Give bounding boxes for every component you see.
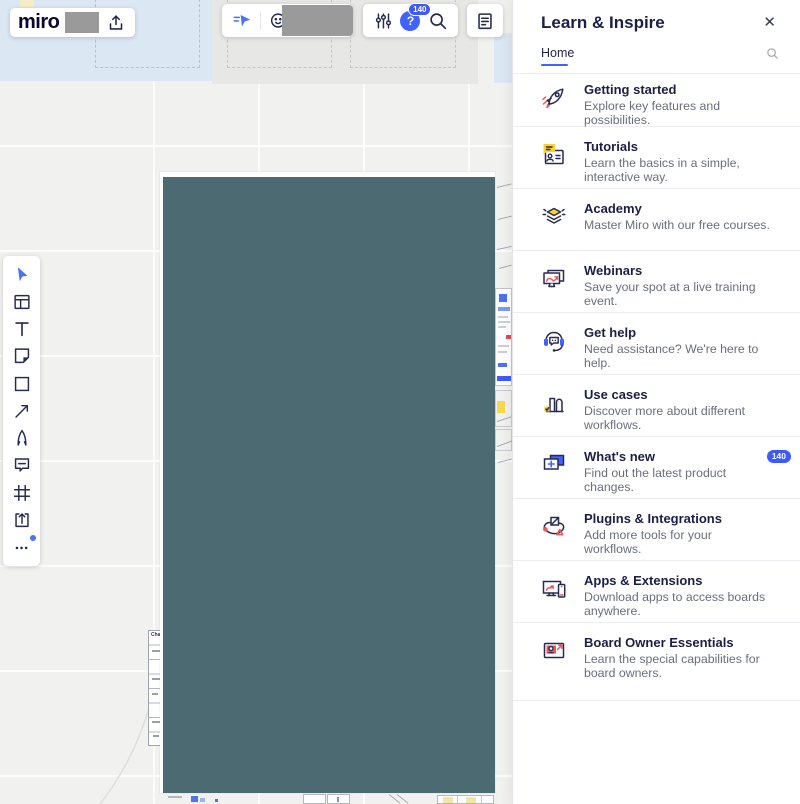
whats-new-badge: 140 [767, 450, 791, 463]
collaboration-toolbar [222, 4, 353, 37]
rocket-icon [539, 83, 569, 113]
close-icon[interactable]: ✕ [759, 13, 780, 32]
notes-toolbar [467, 4, 503, 37]
panel-item-academy[interactable]: AcademyMaster Miro with our free courses… [513, 189, 800, 251]
templates-tool[interactable] [9, 289, 35, 315]
canvas-fragment-yellow [20, 0, 34, 7]
panel-item-webinars[interactable]: WebinarsSave your spot at a live trainin… [513, 251, 800, 313]
canvas-mini-frame [495, 429, 512, 451]
item-desc: Explore key features and possibilities. [584, 99, 770, 127]
notification-dot [30, 535, 36, 541]
canvas-mini-mockup [495, 288, 512, 386]
export-upload-icon[interactable] [105, 11, 127, 35]
item-title: Use cases [584, 387, 770, 403]
canvas-fragment-box [327, 794, 350, 804]
panel-header: Learn & Inspire ✕ [513, 0, 800, 33]
panel-item-get-help[interactable]: Get helpNeed assistance? We're here to h… [513, 313, 800, 375]
webinar-monitors-icon [539, 264, 569, 294]
panel-item-use-cases[interactable]: Use casesDiscover more about different w… [513, 375, 800, 437]
panel-item-whats-new[interactable]: What's newFind out the latest product ch… [513, 437, 800, 499]
notes-document-icon[interactable] [473, 9, 497, 33]
item-desc: Download apps to access boards anywhere. [584, 590, 770, 618]
collaborators-redacted [282, 5, 353, 36]
shapes-loop-icon [539, 512, 569, 542]
pen-tool[interactable] [9, 425, 35, 451]
creation-tool-palette [3, 256, 40, 566]
canvas-fragment-line [498, 216, 512, 220]
text-tool[interactable] [9, 316, 35, 342]
board-tools-toolbar: ? 140 [363, 4, 458, 37]
canvas-blue-patch [494, 33, 512, 83]
item-title: Apps & Extensions [584, 573, 770, 589]
miro-board-app: Chara [0, 0, 800, 804]
item-title: Board Owner Essentials [584, 635, 770, 651]
tutorial-card-icon [539, 140, 569, 170]
panel-item-tutorials[interactable]: TutorialsLearn the basics in a simple, i… [513, 127, 800, 189]
tab-home[interactable]: Home [541, 33, 574, 73]
canvas-fragment-blue [200, 798, 205, 802]
item-desc: Learn the special capabilities for board… [584, 652, 770, 680]
learn-inspire-panel: Learn & Inspire ✕ Home Getting startedEx… [512, 0, 800, 804]
divider [260, 12, 261, 30]
board-canvas[interactable]: Chara [0, 0, 512, 804]
upload-tool[interactable] [9, 507, 35, 533]
canvas-fragment-line [497, 246, 512, 250]
canvas-fragment [168, 796, 182, 798]
canvas-fragment-cells [437, 795, 494, 804]
item-title: Getting started [584, 82, 770, 98]
miro-logo[interactable]: miro [18, 8, 59, 37]
shape-tool[interactable] [9, 371, 35, 397]
board-title-bar: miro [10, 8, 135, 37]
bar-chart-check-icon [539, 388, 569, 418]
item-desc: Discover more about different workflows. [584, 404, 770, 432]
frame-tool[interactable] [9, 480, 35, 506]
more-options-tool[interactable] [9, 534, 35, 560]
item-desc: Need assistance? We're here to help. [584, 342, 770, 370]
panel-item-board-owner-essentials[interactable]: Board Owner EssentialsLearn the special … [513, 623, 800, 701]
panel-item-plugins-integrations[interactable]: Plugins & IntegrationsAdd more tools for… [513, 499, 800, 561]
help-center-icon[interactable]: ? 140 [398, 9, 422, 33]
headset-icon [539, 326, 569, 356]
select-cursor-tool[interactable] [9, 262, 35, 288]
item-title: Get help [584, 325, 770, 341]
item-desc: Learn the basics in a simple, interactiv… [584, 156, 770, 184]
item-desc: Save your spot at a live training event. [584, 280, 770, 308]
owner-screen-icon [539, 636, 569, 666]
canvas-fragment-blue [215, 799, 218, 802]
canvas-fragment-line [498, 459, 512, 463]
panel-tab-bar: Home [513, 33, 800, 74]
sticky-note-tool[interactable] [9, 343, 35, 369]
item-desc: Add more tools for your workflows. [584, 528, 770, 556]
panel-search-icon[interactable] [765, 46, 780, 61]
search-icon[interactable] [426, 9, 450, 33]
panel-item-apps-extensions[interactable]: Apps & ExtensionsDownload apps to access… [513, 561, 800, 623]
canvas-fragment-line [497, 183, 512, 188]
item-desc: Find out the latest product changes. [584, 466, 770, 494]
follow-cursor-icon[interactable] [230, 9, 254, 33]
canvas-mini-frame [495, 390, 512, 427]
item-title: Tutorials [584, 139, 770, 155]
comment-tool[interactable] [9, 452, 35, 478]
item-title: Webinars [584, 263, 770, 279]
monitor-phone-icon [539, 574, 569, 604]
academy-layers-icon [539, 202, 569, 232]
canvas-fragment-box [303, 794, 326, 804]
canvas-fragment-line [499, 265, 512, 269]
item-title: Academy [584, 201, 770, 217]
cards-plus-icon [539, 450, 569, 480]
board-name-redacted [65, 12, 99, 33]
panel-item-getting-started[interactable]: Getting startedExplore key features and … [513, 74, 800, 127]
canvas-fragment-blue [191, 796, 198, 802]
teal-rectangle-shape[interactable] [163, 177, 495, 793]
connector-arrow-tool[interactable] [9, 398, 35, 424]
item-desc: Master Miro with our free courses. [584, 218, 770, 232]
panel-title: Learn & Inspire [541, 13, 665, 33]
item-title: What's new [584, 449, 770, 465]
filters-sliders-icon[interactable] [371, 9, 395, 33]
item-title: Plugins & Integrations [584, 511, 770, 527]
